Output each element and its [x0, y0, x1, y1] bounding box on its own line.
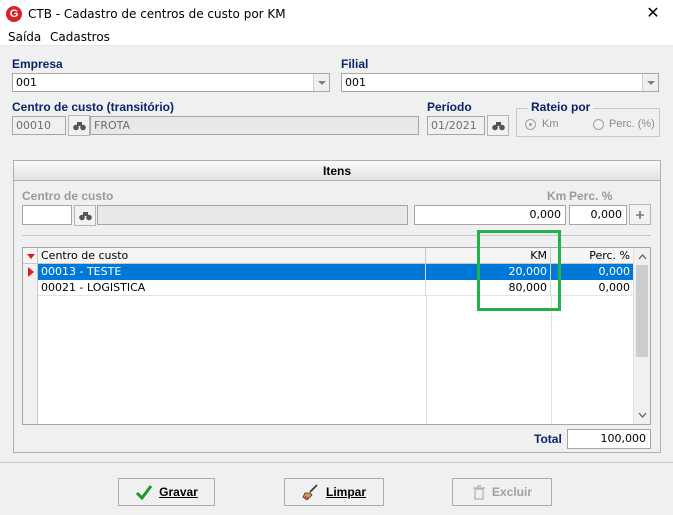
- rateio-perc-radio[interactable]: [593, 119, 604, 130]
- periodo-field[interactable]: 01/2021: [427, 116, 485, 135]
- rateio-km-radio[interactable]: [525, 119, 536, 130]
- grid-col-perc[interactable]: Perc. %: [551, 248, 634, 264]
- grid-scrollbar[interactable]: [633, 248, 650, 424]
- row-km: 20,000: [426, 264, 551, 280]
- menu-bar: Saída Cadastros: [0, 28, 673, 46]
- trash-icon: [472, 485, 485, 500]
- binoculars-icon: [72, 121, 86, 130]
- rateio-perc-label: Perc. (%): [609, 118, 655, 130]
- items-grid[interactable]: Centro de custo KM Perc. % 00013 - TESTE…: [22, 247, 651, 425]
- chevron-down-icon[interactable]: [642, 74, 658, 91]
- empresa-combo[interactable]: 001: [12, 73, 330, 92]
- broom-icon: [302, 484, 318, 500]
- itens-title: Itens: [14, 161, 660, 181]
- rateio-km-label: Km: [542, 118, 559, 130]
- itens-cc-name-field: [97, 205, 408, 225]
- rateio-label: Rateio por: [528, 100, 594, 114]
- excluir-label: Excluir: [491, 485, 533, 499]
- row-cc: 00013 - TESTE: [38, 264, 426, 280]
- grid-row-indicator: [23, 264, 38, 424]
- grid-gridline: [551, 296, 552, 424]
- scroll-up-icon[interactable]: [635, 250, 650, 264]
- itens-km-field[interactable]: 0,000: [414, 205, 566, 225]
- centro-label: Centro de custo (transitório): [12, 100, 175, 114]
- app-logo-icon: G: [6, 6, 22, 22]
- itens-perc-field[interactable]: 0,000: [569, 205, 627, 225]
- scroll-down-icon[interactable]: [635, 408, 650, 422]
- plus-icon: [636, 210, 644, 219]
- menu-saida[interactable]: Saída: [8, 30, 41, 44]
- itens-cc-label: Centro de custo: [22, 189, 114, 203]
- periodo-search-button[interactable]: [487, 115, 509, 136]
- centro-name-field: FROTA: [90, 116, 419, 135]
- filial-value: 001: [345, 76, 366, 89]
- itens-km-label: Km: [547, 189, 567, 203]
- empresa-label: Empresa: [12, 57, 63, 71]
- limpar-button[interactable]: Limpar: [284, 478, 384, 506]
- row-perc: 0,000: [551, 264, 634, 280]
- filial-combo[interactable]: 001: [341, 73, 659, 92]
- grid-gridline: [426, 296, 427, 424]
- periodo-label: Período: [427, 100, 472, 114]
- scroll-thumb[interactable]: [636, 265, 648, 357]
- excluir-button[interactable]: Excluir: [452, 478, 552, 506]
- chevron-down-icon[interactable]: [313, 74, 329, 91]
- binoculars-icon: [491, 121, 505, 130]
- grid-corner: [23, 248, 38, 264]
- total-label: Total: [534, 432, 562, 446]
- close-button[interactable]: ✕: [638, 2, 668, 26]
- window-title: CTB - Cadastro de centros de custo por K…: [28, 7, 286, 21]
- menu-cadastros[interactable]: Cadastros: [50, 30, 110, 44]
- itens-perc-label: Perc. %: [569, 189, 613, 203]
- table-row[interactable]: 00013 - TESTE 20,000 0,000: [38, 264, 634, 280]
- centro-search-button[interactable]: [68, 115, 90, 136]
- binoculars-icon: [78, 211, 92, 220]
- sort-down-arrow-icon: [27, 254, 35, 259]
- gravar-label: Gravar: [159, 485, 198, 499]
- row-pointer-icon: [28, 267, 34, 277]
- divider: [22, 235, 651, 236]
- empresa-value: 001: [16, 76, 37, 89]
- itens-cc-code-field[interactable]: [22, 205, 72, 225]
- gravar-button[interactable]: Gravar: [118, 478, 215, 506]
- total-field: 100,000: [567, 429, 651, 449]
- grid-col-km[interactable]: KM: [426, 248, 551, 264]
- row-cc: 00021 - LOGISTICA: [38, 280, 426, 296]
- filial-label: Filial: [341, 57, 369, 71]
- itens-cc-search-button[interactable]: [74, 205, 96, 226]
- table-row[interactable]: 00021 - LOGISTICA 80,000 0,000: [38, 280, 634, 296]
- row-perc: 0,000: [551, 280, 634, 296]
- grid-col-centro[interactable]: Centro de custo: [38, 248, 426, 264]
- limpar-label: Limpar: [325, 485, 366, 499]
- add-item-button[interactable]: [629, 204, 651, 225]
- checkmark-icon: [136, 485, 153, 500]
- title-bar: G CTB - Cadastro de centros de custo por…: [0, 0, 673, 28]
- row-km: 80,000: [426, 280, 551, 296]
- centro-code-field[interactable]: 00010: [12, 116, 66, 135]
